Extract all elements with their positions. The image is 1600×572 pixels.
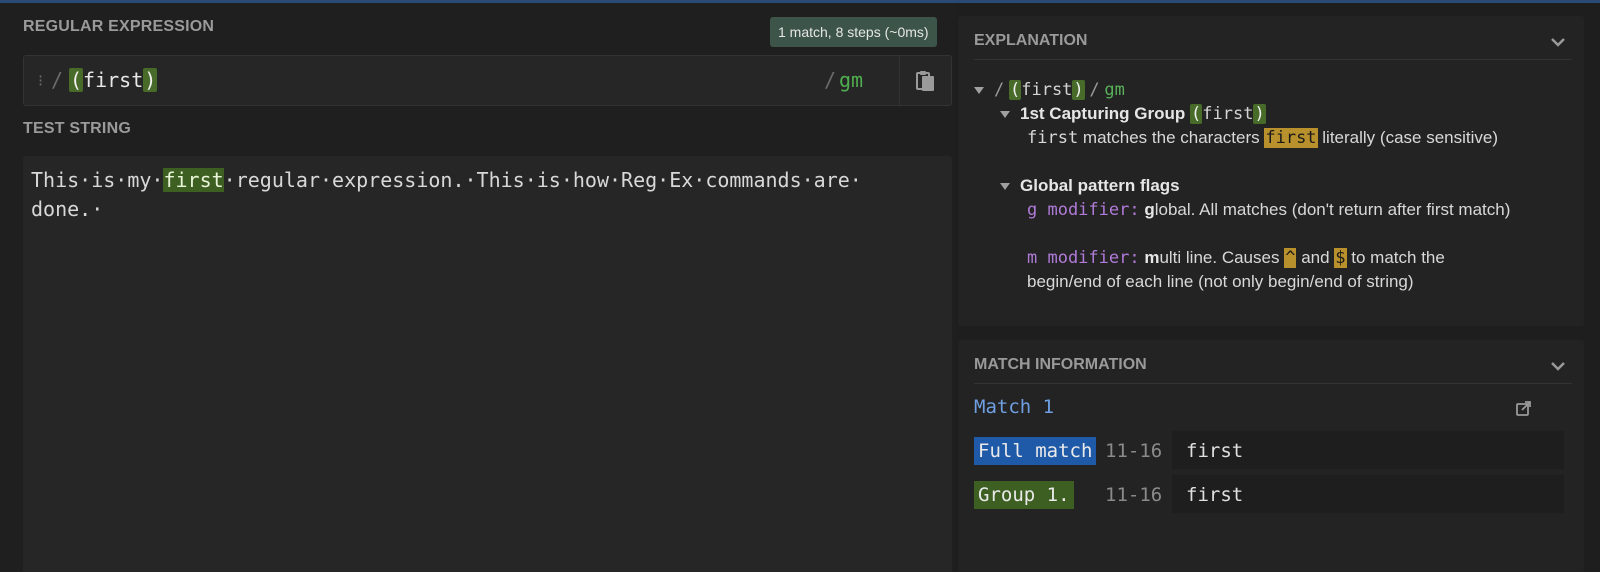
chevron-down-icon[interactable]	[1550, 358, 1566, 374]
expand-triangle-icon[interactable]	[1000, 183, 1010, 191]
explanation-header[interactable]: EXPLANATION	[974, 32, 1572, 60]
g-modifier-text: lobal. All matches (don't return after f…	[1154, 200, 1511, 219]
clipboard-icon	[915, 70, 934, 91]
chevron-down-icon[interactable]	[1550, 34, 1566, 50]
tree-capturing-group[interactable]: 1st Capturing Group (first)	[1000, 102, 1266, 126]
root-slash-close: /	[1089, 80, 1100, 100]
group-desc-post: literally (case sensitive)	[1322, 128, 1499, 147]
explanation-title: EXPLANATION	[974, 32, 1088, 49]
editor-panel: REGULAR EXPRESSION 1 match, 8 steps (~0m…	[0, 3, 955, 572]
group-value: first	[1186, 484, 1244, 506]
match-label: Match 1	[974, 396, 1055, 418]
m-modifier-description: m modifier: multi line. Causes ^ and $ t…	[1027, 246, 1517, 294]
group-desc-token: first	[1027, 128, 1079, 148]
test-section-title: TEST STRING	[23, 120, 131, 137]
pattern-open-paren: (	[69, 68, 84, 92]
match-highlight: first	[163, 168, 224, 192]
match-info-title: MATCH INFORMATION	[974, 356, 1147, 373]
text-before-match: This·is·my·	[31, 168, 164, 192]
regex-pattern-input[interactable]: (first)	[69, 68, 158, 92]
group-description: first matches the characters first liter…	[1027, 126, 1517, 150]
m-modifier-label: m modifier:	[1027, 248, 1140, 268]
explanation-card: EXPLANATION / (first) / gm 1st Capturing…	[958, 16, 1584, 326]
regex-section-title: REGULAR EXPRESSION	[23, 18, 215, 35]
test-string-editor[interactable]: This·is·my·first·regular·expression.·Thi…	[23, 156, 952, 572]
caret-token: ^	[1284, 248, 1297, 268]
m-modifier-text-pre: ulti line. Causes	[1159, 248, 1280, 267]
test-string-text[interactable]: This·is·my·first·regular·expression.·Thi…	[31, 166, 931, 224]
match-row-full[interactable]: Full match 11-16 first	[974, 431, 1564, 469]
m-and: and	[1301, 248, 1330, 267]
group-range: 11-16	[1105, 484, 1163, 506]
full-match-value: first	[1186, 440, 1244, 462]
regex-flags[interactable]: gm	[839, 68, 863, 92]
dollar-token: $	[1334, 248, 1347, 268]
regex-open-delimiter: /	[51, 68, 64, 92]
g-modifier-description: g modifier: global. All matches (don't r…	[1027, 198, 1537, 222]
group-desc-highlight: first	[1264, 128, 1318, 148]
full-match-range: 11-16	[1105, 440, 1163, 462]
group-close-paren: )	[1253, 104, 1266, 124]
group-value-box: first	[1172, 475, 1564, 513]
flags-title: Global pattern flags	[1020, 176, 1180, 195]
g-bold-letter: g	[1144, 200, 1155, 219]
pattern-close-paren: )	[143, 68, 158, 92]
tree-root[interactable]: / (first) / gm	[974, 78, 1125, 102]
match-info-header[interactable]: MATCH INFORMATION	[974, 356, 1572, 384]
match-summary-badge: 1 match, 8 steps (~0ms)	[770, 17, 937, 47]
regex-input-box[interactable]: ⁝ / (first) / gm	[23, 55, 952, 106]
group-title: 1st Capturing Group	[1020, 104, 1186, 123]
copy-button[interactable]	[899, 56, 951, 105]
full-match-tag: Full match	[974, 437, 1097, 465]
expand-triangle-icon[interactable]	[1000, 111, 1010, 119]
drag-handle-icon[interactable]: ⁝	[38, 71, 43, 90]
expand-triangle-icon[interactable]	[974, 87, 984, 95]
group-open-paren: (	[1190, 104, 1203, 124]
m-bold-letter: m	[1144, 248, 1160, 267]
match-information-card: MATCH INFORMATION Match 1 Full match 11-…	[958, 340, 1584, 572]
match-row-group[interactable]: Group 1. 11-16 first	[974, 475, 1564, 513]
group-desc-pre: matches the characters	[1082, 128, 1260, 147]
root-body: first	[1021, 80, 1073, 100]
tree-pattern-flags[interactable]: Global pattern flags	[1000, 174, 1180, 198]
group-tag: Group 1.	[974, 481, 1074, 509]
root-close-paren: )	[1072, 80, 1085, 100]
pattern-body: first	[83, 68, 144, 92]
share-icon[interactable]	[1516, 400, 1532, 416]
root-flags: gm	[1104, 80, 1125, 100]
root-slash-open: /	[994, 80, 1005, 100]
root-open-paren: (	[1008, 80, 1022, 100]
g-modifier-label: g modifier:	[1027, 200, 1140, 220]
group-body: first	[1202, 104, 1254, 124]
regex-close-delimiter: /	[824, 68, 837, 92]
full-match-value-box: first	[1172, 431, 1564, 469]
